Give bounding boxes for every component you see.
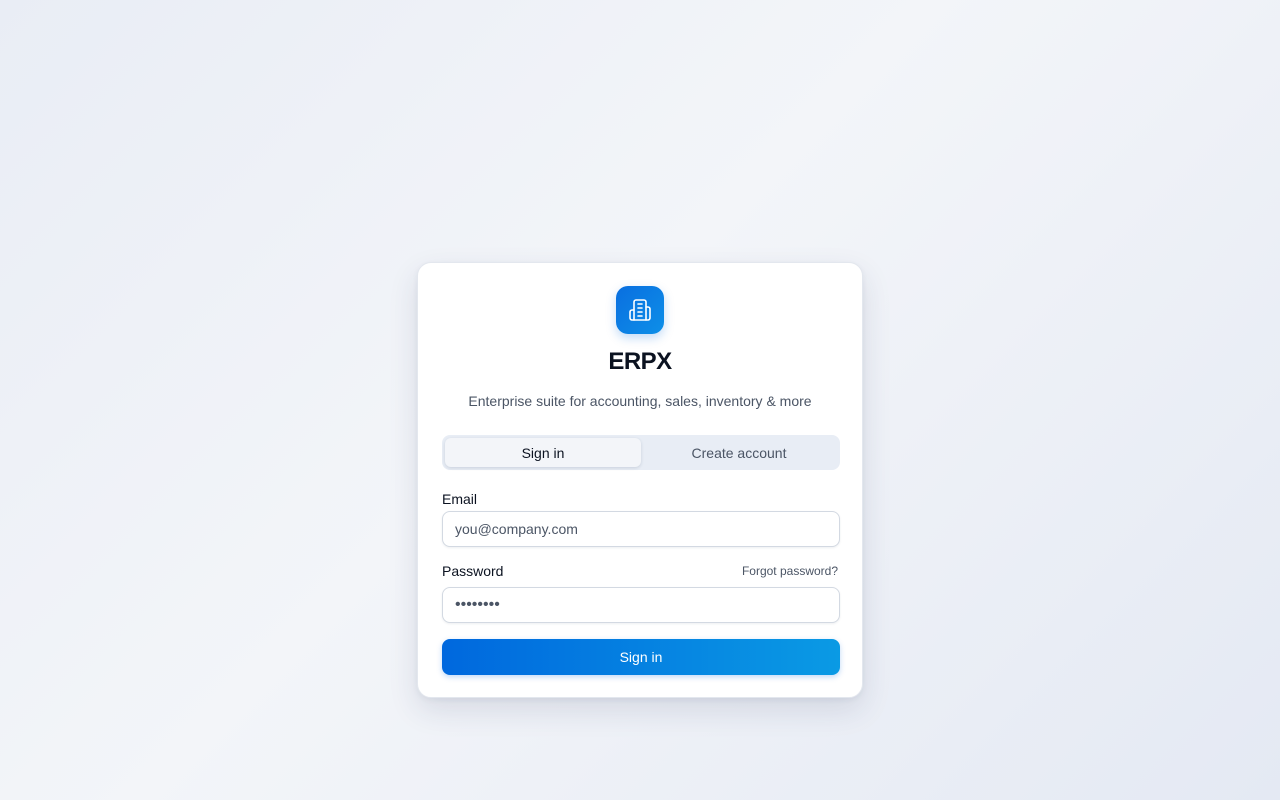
password-field[interactable] (442, 587, 840, 623)
app-logo (616, 286, 664, 334)
app-subtitle: Enterprise suite for accounting, sales, … (468, 393, 812, 409)
tab-create-account[interactable]: Create account (641, 438, 837, 467)
email-label: Email (442, 491, 478, 507)
building-icon (629, 299, 651, 321)
tab-sign-in[interactable]: Sign in (445, 438, 641, 467)
app-title: ERPX (608, 348, 672, 375)
login-card: ERPX Enterprise suite for accounting, sa… (417, 262, 863, 698)
forgot-password-link[interactable]: Forgot password? (742, 564, 838, 578)
email-field[interactable] (442, 511, 840, 547)
password-label: Password (442, 563, 504, 579)
auth-tabs: Sign in Create account (442, 435, 840, 470)
sign-in-button[interactable]: Sign in (442, 639, 840, 675)
